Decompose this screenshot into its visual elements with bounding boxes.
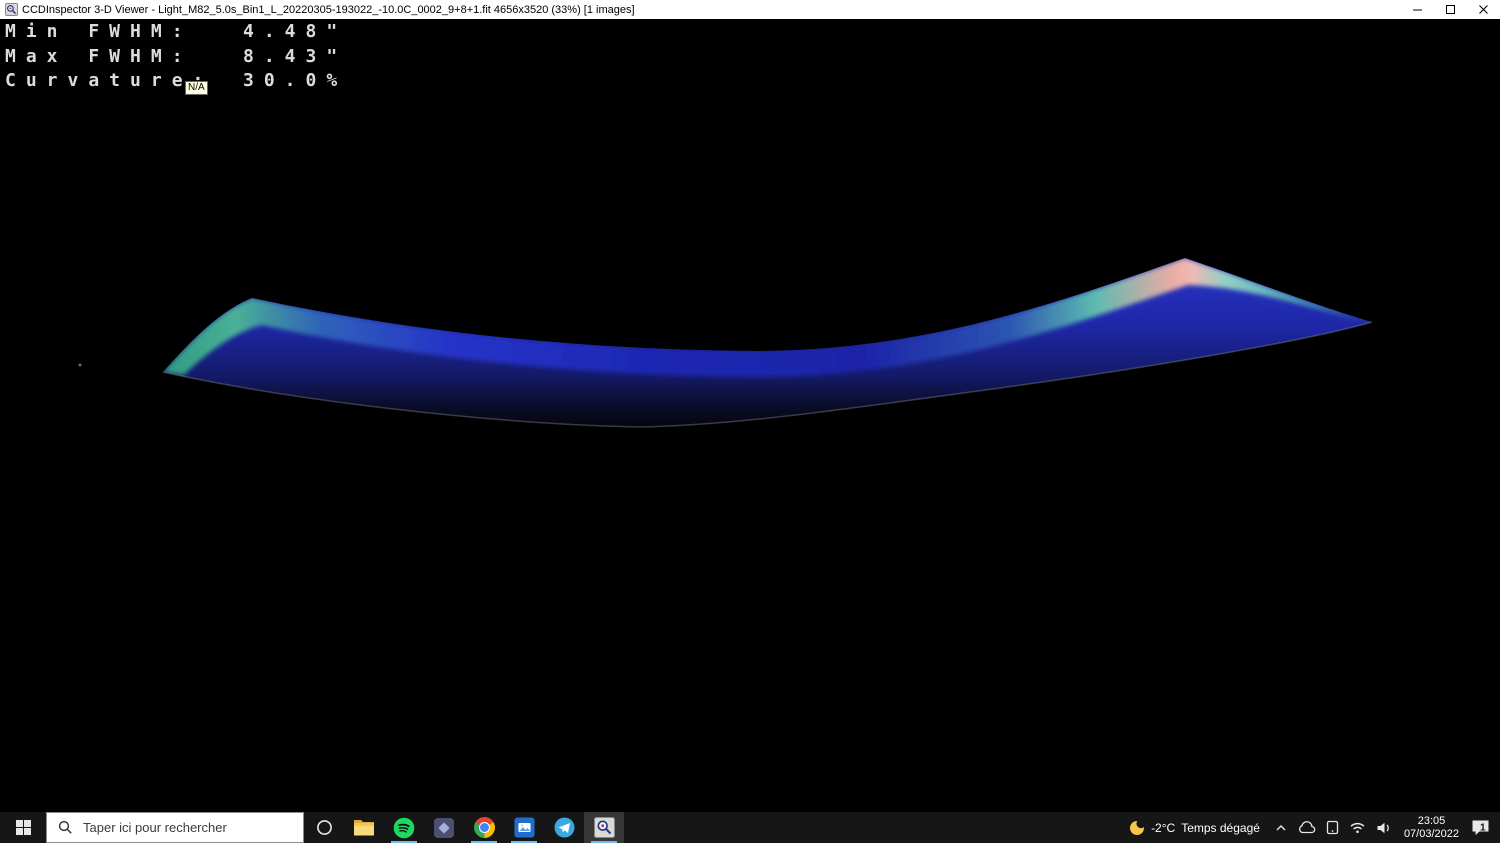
search-icon <box>58 820 73 835</box>
tray-volume-button[interactable] <box>1371 812 1397 843</box>
stat-label: Max FWHM: <box>5 45 243 70</box>
device-icon <box>1326 820 1339 835</box>
wifi-icon <box>1349 821 1366 834</box>
taskbar-app-unknown-3[interactable] <box>544 812 584 843</box>
close-button[interactable] <box>1467 0 1500 19</box>
clock-time: 23:05 <box>1418 815 1446 828</box>
stat-label: Min FWHM: <box>5 20 243 45</box>
taskbar-app-unknown-1[interactable] <box>424 812 464 843</box>
ccdinspector-app-icon <box>5 3 18 16</box>
tray-device-button[interactable] <box>1321 812 1344 843</box>
fwhm-stats-overlay: Min FWHM:4.48" Max FWHM:8.43" Curvature:… <box>5 20 347 94</box>
spotify-icon <box>393 817 415 839</box>
stat-line-min-fwhm: Min FWHM:4.48" <box>5 20 347 45</box>
weather-widget[interactable]: -2°C Temps dégagé <box>1124 812 1270 843</box>
unknown-app-1-icon <box>434 818 454 838</box>
windows-logo-icon <box>16 820 31 835</box>
fwhm-3d-surface-plot <box>0 19 1500 812</box>
taskbar-app-unknown-2[interactable] <box>504 812 544 843</box>
tray-network-button[interactable] <box>1344 812 1371 843</box>
stat-value: 4.48" <box>243 21 347 42</box>
weather-condition: Temps dégagé <box>1181 821 1260 835</box>
taskbar-clock[interactable]: 23:05 07/03/2022 <box>1397 812 1466 843</box>
cortana-button[interactable] <box>304 812 344 843</box>
plot-viewport: Min FWHM:4.48" Max FWHM:8.43" Curvature:… <box>0 19 1500 812</box>
stat-value: 8.43" <box>243 46 347 67</box>
ccdinspector-icon <box>594 817 615 838</box>
taskbar-app-spotify[interactable] <box>384 812 424 843</box>
cortana-icon <box>316 819 333 836</box>
cloud-icon <box>1297 821 1316 834</box>
unknown-app-3-icon <box>554 817 575 838</box>
stat-line-curvature: Curvature:30.0% <box>5 69 347 94</box>
window-title: CCDInspector 3-D Viewer - Light_M82_5.0s… <box>22 4 635 16</box>
weather-moon-icon <box>1129 820 1145 836</box>
search-input[interactable] <box>81 819 280 836</box>
taskbar-app-ccdinspector[interactable] <box>584 812 624 843</box>
taskbar-search-box[interactable] <box>46 812 304 843</box>
maximize-icon <box>1445 4 1456 15</box>
stat-value: 30.0% <box>243 70 347 91</box>
minimize-icon <box>1412 4 1423 15</box>
stray-data-point <box>79 364 82 367</box>
close-icon <box>1478 4 1489 15</box>
window-controls <box>1401 0 1500 19</box>
chevron-up-icon <box>1275 824 1287 832</box>
speaker-icon <box>1376 821 1392 835</box>
taskbar-app-chrome[interactable] <box>464 812 504 843</box>
notification-badge: 1 <box>1480 822 1486 833</box>
tray-overflow-button[interactable] <box>1270 812 1292 843</box>
clock-date: 07/03/2022 <box>1404 828 1459 841</box>
start-button[interactable] <box>0 812 46 843</box>
na-tooltip-badge: N/A <box>185 81 208 95</box>
taskbar-app-file-explorer[interactable] <box>344 812 384 843</box>
stat-line-max-fwhm: Max FWHM:8.43" <box>5 45 347 70</box>
action-center-button[interactable]: 1 <box>1466 812 1500 843</box>
windows-taskbar: -2°C Temps dégagé <box>0 812 1500 843</box>
weather-temperature: -2°C <box>1151 821 1175 835</box>
system-tray: -2°C Temps dégagé <box>1124 812 1500 843</box>
window-titlebar: CCDInspector 3-D Viewer - Light_M82_5.0s… <box>0 0 1500 19</box>
unknown-app-2-icon <box>514 817 535 838</box>
chrome-icon <box>474 817 495 838</box>
maximize-button[interactable] <box>1434 0 1467 19</box>
tray-onedrive-button[interactable] <box>1292 812 1321 843</box>
minimize-button[interactable] <box>1401 0 1434 19</box>
file-explorer-icon <box>353 818 375 837</box>
